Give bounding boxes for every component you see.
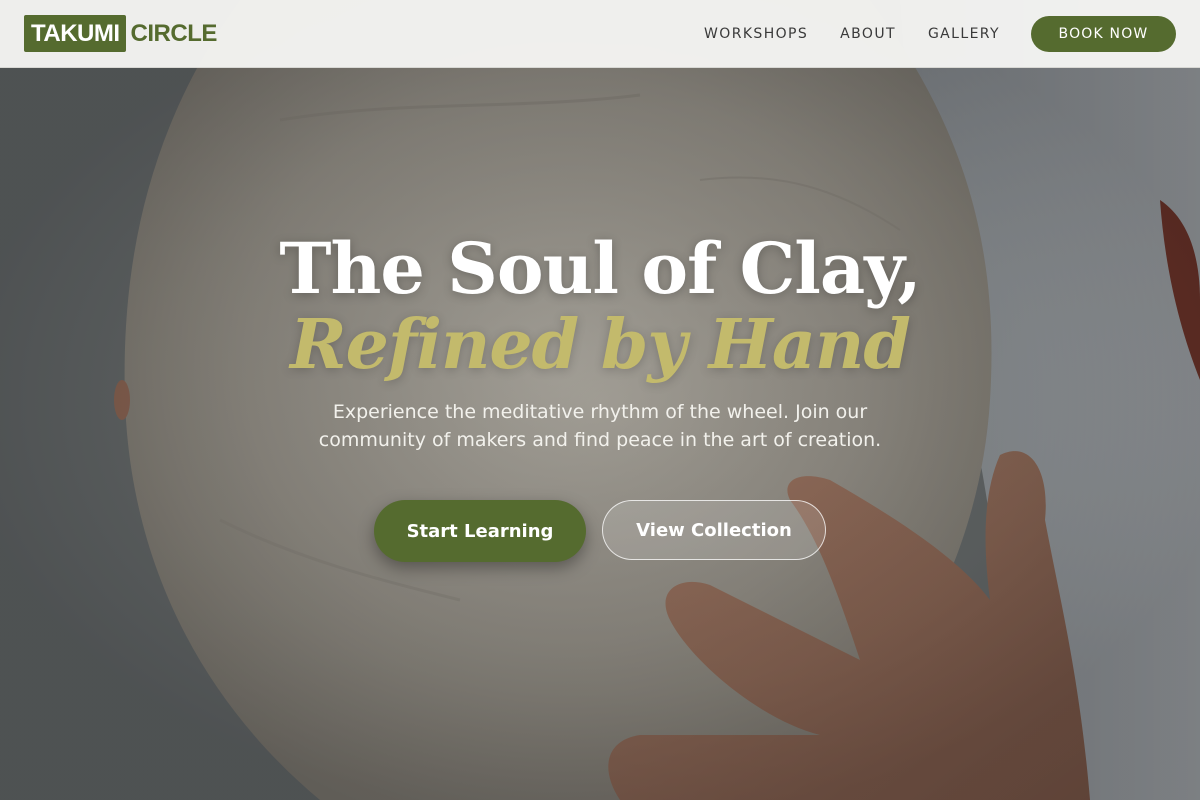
nav-link-gallery[interactable]: GALLERY: [928, 26, 1000, 42]
book-now-button[interactable]: BOOK NOW: [1031, 16, 1176, 52]
top-navigation-bar: TAKUMI CIRCLE WORKSHOPS ABOUT GALLERY BO…: [0, 0, 1200, 68]
hero-title-accent: Refined by Hand: [290, 305, 911, 385]
view-collection-button[interactable]: View Collection: [602, 500, 826, 560]
logo-plain-text: CIRCLE: [130, 19, 218, 47]
nav-link-workshops[interactable]: WORKSHOPS: [704, 26, 808, 42]
brand-logo[interactable]: TAKUMI CIRCLE: [24, 15, 217, 52]
start-learning-button[interactable]: Start Learning: [374, 500, 586, 562]
hero-subtitle: Experience the meditative rhythm of the …: [318, 401, 882, 451]
hero-buttons: Start Learning View Collection: [0, 500, 1200, 562]
logo-boxed-text: TAKUMI: [24, 15, 126, 52]
nav-link-about[interactable]: ABOUT: [840, 26, 896, 42]
hero-title: The Soul of Clay,: [279, 227, 921, 310]
landing-page: TAKUMI CIRCLE WORKSHOPS ABOUT GALLERY BO…: [0, 0, 1200, 800]
hero-content: The Soul of Clay, Refined by Hand Experi…: [0, 230, 1200, 454]
nav-links: WORKSHOPS ABOUT GALLERY: [704, 0, 1000, 68]
